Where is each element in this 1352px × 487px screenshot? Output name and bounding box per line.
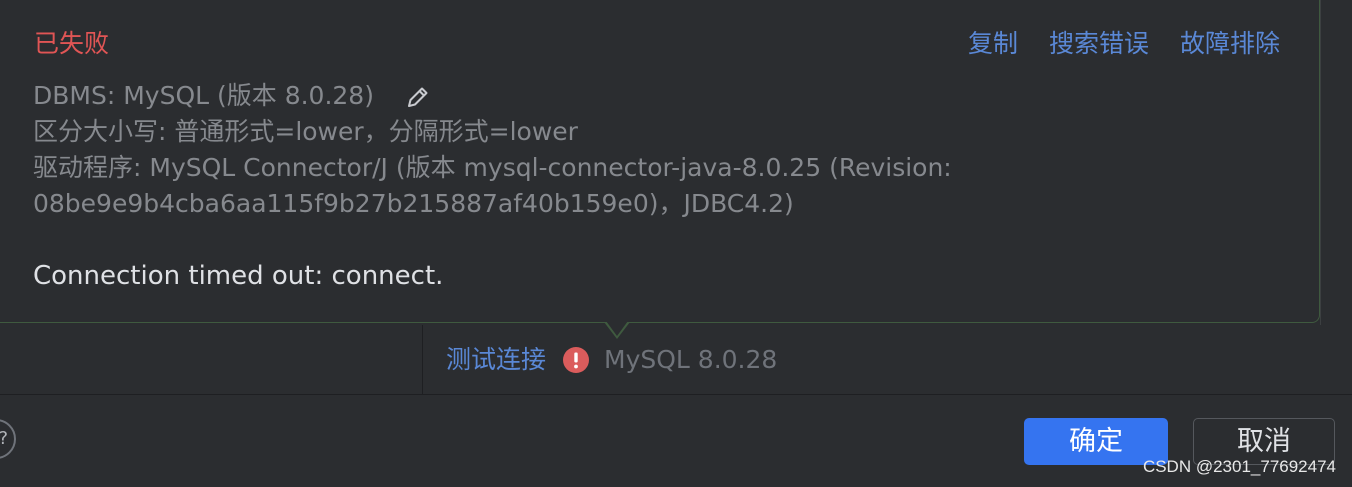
popup-actions: 复制 搜索错误 故障排除 — [968, 28, 1280, 60]
case-sensitivity-info: 区分大小写: 普通形式=lower，分隔形式=lower — [33, 117, 578, 146]
vertical-divider — [422, 325, 423, 395]
dbms-info: DBMS: MySQL (版本 8.0.28) — [33, 81, 374, 110]
driver-info: 驱动程序: MySQL Connector/J (版本 mysql-connec… — [33, 153, 952, 182]
pencil-icon[interactable] — [405, 84, 431, 110]
copy-link[interactable]: 复制 — [968, 28, 1018, 60]
status-title: 已失败 — [34, 29, 110, 58]
test-connection-link[interactable]: 测试连接 — [446, 343, 546, 377]
search-error-link[interactable]: 搜索错误 — [1049, 28, 1149, 60]
db-version-label: MySQL 8.0.28 — [604, 345, 778, 374]
watermark: CSDN @2301_77692474 — [1142, 457, 1336, 476]
error-icon[interactable] — [562, 346, 590, 374]
test-connection-row: 测试连接 MySQL 8.0.28 — [446, 343, 777, 377]
popup-pointer-fill — [606, 321, 628, 336]
error-message: Connection timed out: connect. — [33, 261, 444, 291]
right-panel-strip — [1320, 0, 1352, 325]
driver-info-continued: 08be9e9b4cba6aa115f9b27b215887af40b159e0… — [33, 189, 794, 218]
troubleshoot-link[interactable]: 故障排除 — [1180, 28, 1280, 60]
